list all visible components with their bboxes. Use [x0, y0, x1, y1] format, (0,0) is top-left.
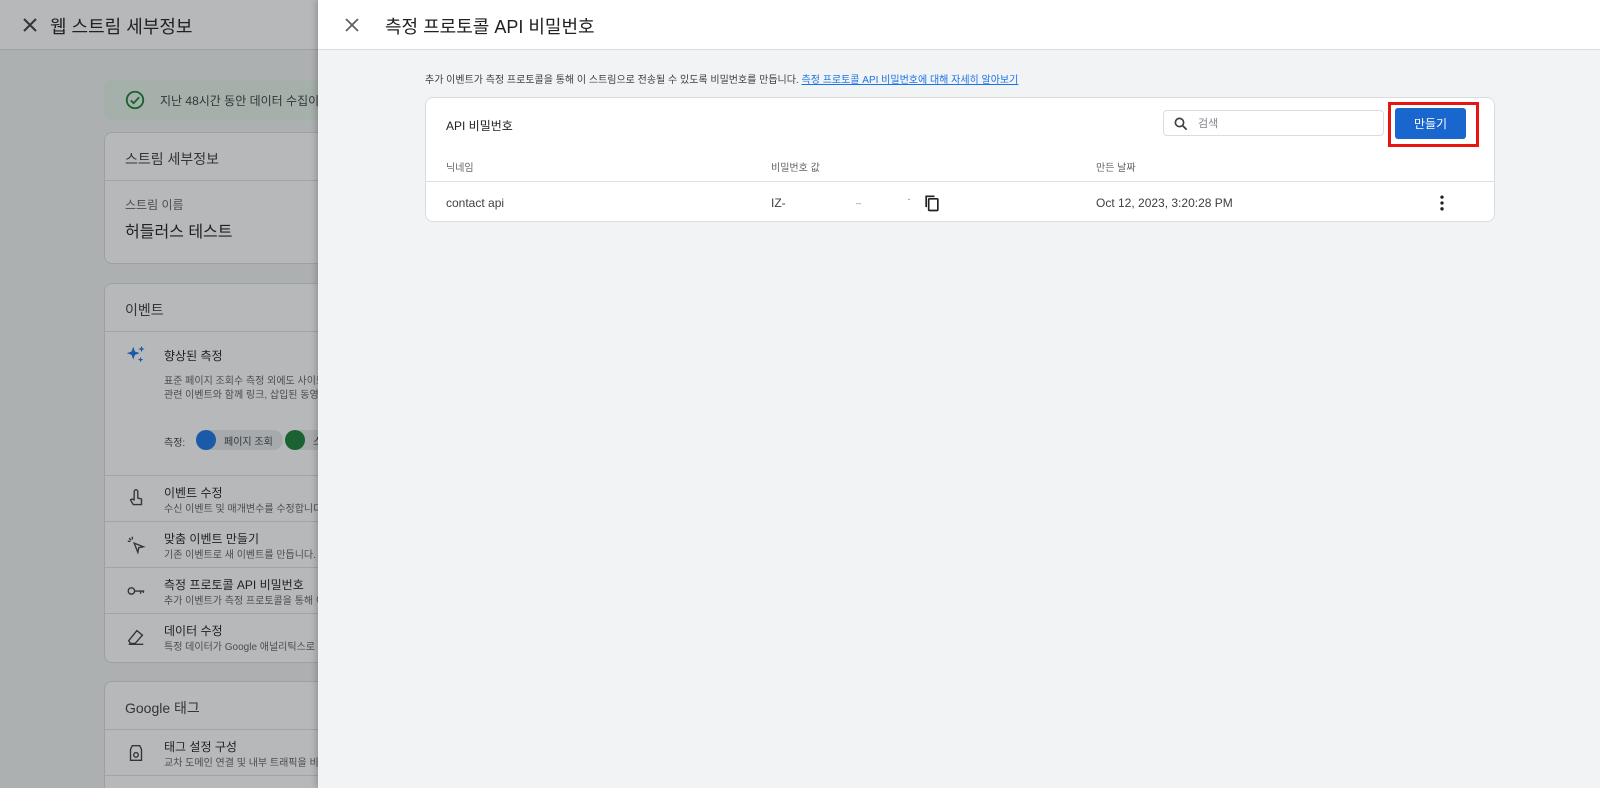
column-header-secret[interactable]: 비밀번호 값 [771, 159, 820, 174]
search-icon [1174, 117, 1188, 131]
intro-description: 추가 이벤트가 측정 프로토콜을 통해 이 스트림으로 전송될 수 있도록 비밀… [425, 71, 1018, 86]
close-icon[interactable] [340, 13, 364, 37]
column-header-nickname[interactable]: 닉네임 [446, 159, 474, 174]
search-input[interactable] [1198, 115, 1376, 133]
column-header-created[interactable]: 만든 날짜 [1096, 159, 1136, 174]
modal-scrim[interactable] [0, 0, 318, 788]
create-button[interactable]: 만들기 [1395, 108, 1466, 139]
row-created-date: Oct 12, 2023, 3:20:28 PM [1096, 196, 1233, 210]
table-divider [426, 181, 1494, 182]
card-title: API 비밀번호 [446, 119, 513, 133]
intro-text: 추가 이벤트가 측정 프로토콜을 통해 이 스트림으로 전송될 수 있도록 비밀… [425, 75, 799, 86]
copy-icon[interactable] [922, 193, 942, 213]
more-vert-icon[interactable] [1432, 193, 1452, 213]
search-box [1163, 110, 1384, 136]
mp-secrets-panel: 측정 프로토콜 API 비밀번호 추가 이벤트가 측정 프로토콜을 통해 이 스… [318, 0, 1600, 788]
row-secret-value: IZ- [771, 196, 786, 210]
panel-header: 측정 프로토콜 API 비밀번호 [318, 0, 1600, 50]
api-secrets-card: API 비밀번호 만들기 닉네임 비밀번호 값 만든 날짜 contact ap… [425, 97, 1495, 222]
learn-more-link[interactable]: 측정 프로토콜 API 비밀번호에 대해 자세히 알아보기 [802, 75, 1019, 86]
row-nickname: contact api [446, 196, 505, 210]
panel-title: 측정 프로토콜 API 비밀번호 [385, 17, 595, 37]
